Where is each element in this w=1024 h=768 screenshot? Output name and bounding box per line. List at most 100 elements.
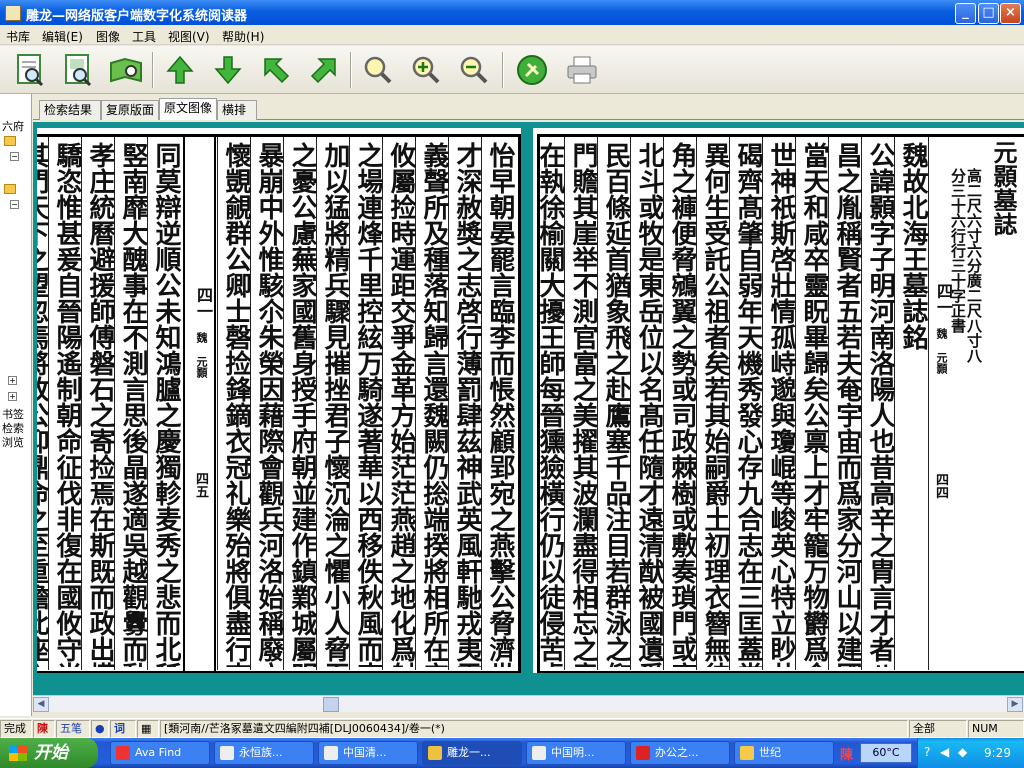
- task-reader-active[interactable]: 雕龙一...: [422, 741, 522, 765]
- text-column: 北斗或牧是東岳位以名髙任隨才遠清猷被國遺愛在: [634, 142, 664, 667]
- volume-icon[interactable]: ◀: [940, 745, 949, 759]
- margin-sub: 魏 元顥: [935, 328, 948, 374]
- scroll-left-icon[interactable]: ◀: [33, 697, 49, 712]
- shield-icon[interactable]: ◆: [958, 745, 967, 759]
- title-column: 元顥墓誌: [989, 140, 1017, 236]
- menu-tools[interactable]: 工具: [132, 28, 156, 45]
- folder-icon[interactable]: [4, 184, 16, 194]
- menu-bar: 书库 编辑(E) 图像 工具 视图(V) 帮助(H): [0, 25, 1024, 45]
- windows-logo-icon: [9, 745, 27, 761]
- menu-view[interactable]: 视图(V): [168, 28, 210, 45]
- image-viewer[interactable]: 怡早朝晏罷言臨李而悵然顧郢宛之燕擊公脅濟世之 才深赦獎之志啓行薄罰肆茲神武英風軒馳…: [33, 122, 1024, 695]
- text-column: 之場連烽千里控絃万騎遂著華以西移佚秋風而南首: [353, 142, 383, 667]
- task-window[interactable]: 中国明...: [526, 741, 626, 765]
- magnifier-icon[interactable]: [358, 50, 398, 90]
- text-column: 竪南靡大醜事在不測言思後晶遂適吳越觀釁而動: [118, 142, 148, 667]
- tab-search-results[interactable]: 检索结果: [39, 100, 101, 120]
- tab-horizontal[interactable]: 横排: [217, 100, 257, 120]
- document-path: [類河南//芒洛冢墓遺文四編附四補[DLJ0060434]/卷一(*): [160, 720, 908, 738]
- page-number: 四四: [933, 473, 948, 499]
- page-margin-strip: 四一魏 元顥 四五: [183, 137, 216, 671]
- arrow-upleft-icon[interactable]: [256, 50, 296, 90]
- size-note: 分三十六行行三十字正書: [949, 168, 967, 333]
- start-button[interactable]: 开始: [0, 738, 98, 768]
- expand-icon[interactable]: +: [8, 392, 17, 401]
- text-column: 孝庄統曆避援師傅磐石之寄捡焉在斯既而政出權胡: [85, 142, 115, 667]
- tab-original-image[interactable]: 原文图像: [159, 98, 217, 120]
- column-rule: [928, 137, 929, 670]
- menu-help[interactable]: 帮助(H): [222, 28, 264, 45]
- collapse-icon[interactable]: −: [10, 200, 19, 209]
- ime-punct-icon[interactable]: 词: [110, 720, 136, 738]
- heading-column: 魏故北海王墓誌銘: [898, 142, 928, 350]
- scroll-thumb[interactable]: [323, 697, 339, 712]
- text-column: 義聲所及種落知歸言還魏闕仍捴端揆將相所在安危: [419, 142, 449, 667]
- clock: 9:29: [984, 746, 1011, 760]
- text-column: 公諱顥字子明河南洛陽人也昔高辛之胄言才者八姬: [865, 142, 895, 667]
- tray-ime-icon[interactable]: 陳: [840, 744, 853, 763]
- text-column: 世神祇斯啓壯情孤峙邈與瓊崐等峻英心特立眇共瑤: [766, 142, 796, 667]
- tools-icon[interactable]: [512, 50, 552, 90]
- text-column: 同莫辯逆順公未知鴻臚之慶獨軫麦秀之悲而北秖强: [151, 142, 181, 667]
- task-folder[interactable]: 世纪: [734, 741, 834, 765]
- tree-label[interactable]: 六府: [2, 118, 24, 134]
- tab-restored-layout[interactable]: 复原版面: [101, 100, 159, 120]
- ime-mode[interactable]: 五笔: [56, 720, 90, 738]
- toolbar: [0, 46, 1024, 94]
- text-column: 懷覬覦群公卿士磬捡鋒鏑衣冠礼樂殆將俱盡行李異: [221, 142, 251, 667]
- text-column: 民百條延首猶象飛之赴鷹塞千品注目若群泳之仰龍: [601, 142, 631, 667]
- text-column: 攸屬捡時運距交爭金革方始茫茫燕趙之地化爲射獵: [386, 142, 416, 667]
- collapse-icon[interactable]: −: [10, 152, 19, 161]
- arrow-down-icon[interactable]: [208, 50, 248, 90]
- minimize-button[interactable]: _: [955, 3, 976, 24]
- zoom-in-icon[interactable]: [406, 50, 446, 90]
- menu-library[interactable]: 书库: [6, 28, 30, 45]
- zoom-out-icon[interactable]: [454, 50, 494, 90]
- maximize-button[interactable]: □: [978, 3, 999, 24]
- menu-image[interactable]: 图像: [96, 28, 120, 45]
- help-icon[interactable]: ?: [924, 745, 930, 759]
- page-search-icon[interactable]: [58, 50, 98, 90]
- ime-indicator[interactable]: 陳: [33, 720, 55, 738]
- arrow-upright-icon[interactable]: [304, 50, 344, 90]
- text-column: 其門天下之望忽焉將改公仰鼎命之至重瞻此座之可: [37, 142, 49, 667]
- cpu-temp-indicator[interactable]: 60°C: [860, 743, 912, 763]
- text-column: 異何生受託公祖者矣若其始嗣爵土初理衣簪無待年: [700, 142, 730, 667]
- scope-label: 全部: [909, 720, 967, 738]
- task-ava-find[interactable]: Ava Find: [110, 741, 210, 765]
- keyboard-icon[interactable]: ▦: [137, 720, 159, 738]
- text-column: 當天和咸卒靈眖畢歸矣公禀上才牢籠万物欝爲命: [799, 142, 829, 667]
- ime-width-icon[interactable]: ●: [91, 720, 109, 738]
- margin-label: 四一: [194, 287, 213, 319]
- page-image-left: 怡早朝晏罷言臨李而悵然顧郢宛之燕擊公脅濟世之 才深赦獎之志啓行薄罰肆茲神武英風軒馳…: [37, 128, 521, 673]
- expand-icon[interactable]: +: [8, 376, 17, 385]
- book-search-icon[interactable]: [10, 50, 50, 90]
- pane-tab-browse[interactable]: 浏览: [2, 434, 24, 450]
- page-margin-strip: [929, 137, 951, 671]
- size-note: 高二尺六寸六分廣二尺八寸八: [965, 168, 983, 363]
- menu-edit[interactable]: 编辑(E): [42, 28, 83, 45]
- text-column: 門贍其崖举不測官富之美擢其波瀾盡得相忘之意歲: [568, 142, 598, 667]
- task-window[interactable]: 永恒族...: [214, 741, 314, 765]
- print-icon[interactable]: [562, 50, 602, 90]
- open-book-icon[interactable]: [106, 50, 146, 90]
- system-tray: ? ◀ ◆ 9:29: [917, 738, 1024, 768]
- app-icon: [5, 5, 21, 21]
- text-column: 角之褲便脅鵷翼之勢或司政棘樹或敷奏瑣門或官如: [667, 142, 697, 667]
- horizontal-scrollbar[interactable]: ◀ ▶: [33, 695, 1024, 712]
- text-column: 之憂公慮蕪家國舊身授手府朝並建作鎮鄴城屬明皇: [287, 142, 317, 667]
- arrow-up-icon[interactable]: [160, 50, 200, 90]
- close-button[interactable]: ×: [1000, 3, 1021, 24]
- text-column: 昌之胤稱賢者五若夫奄宇宙而爲家分河山以建國固: [832, 142, 862, 667]
- numlock-indicator: NUM: [968, 720, 1024, 738]
- folder-icon[interactable]: [4, 136, 16, 146]
- text-column: 在執徐榆關大擾王師每晉獯獫橫行仍以徒侵苦虐吏: [535, 142, 565, 667]
- task-window[interactable]: 中国清...: [318, 741, 418, 765]
- page-image-right: 元顥墓誌 高二尺六寸六分廣二尺八寸八 分三十六行行三十字正書 四一魏 元顥 四四 魏故北海…: [533, 128, 1024, 673]
- scroll-right-icon[interactable]: ▶: [1007, 697, 1023, 712]
- task-window[interactable]: 办公之...: [630, 741, 730, 765]
- status-text: 完成: [0, 720, 32, 738]
- text-column: 怡早朝晏罷言臨李而悵然顧郢宛之燕擊公脅濟世之: [485, 142, 515, 667]
- text-column: 加以猛將精兵驟見摧挫君子懷沉淪之懼小人脅吞噬: [320, 142, 350, 667]
- page-number: 四五: [193, 472, 208, 498]
